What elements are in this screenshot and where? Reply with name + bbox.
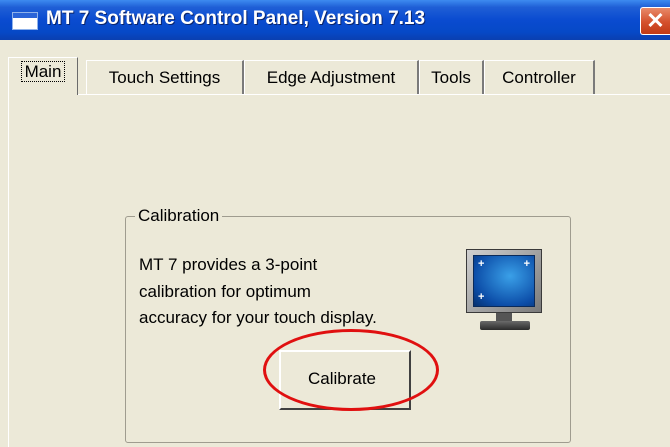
tab-edge-adjustment-label: Edge Adjustment — [266, 68, 396, 87]
tab-controller[interactable]: Controller — [484, 60, 595, 94]
tab-tools-label: Tools — [431, 68, 471, 87]
tab-panel-left-edge — [8, 94, 9, 447]
window-title: MT 7 Software Control Panel, Version 7.1… — [46, 8, 426, 29]
window-icon — [12, 12, 38, 30]
calibrate-button[interactable]: Calibrate — [279, 350, 411, 410]
control-panel-window: MT 7 Software Control Panel, Version 7.1… — [0, 0, 670, 447]
tab-panel-border — [8, 94, 670, 95]
close-button[interactable]: ✕ — [640, 7, 670, 35]
tab-touch-settings-label: Touch Settings — [108, 68, 221, 87]
calibration-description-line-1: MT 7 provides a 3-point — [139, 255, 318, 274]
calibration-description-line-3: accuracy for your touch display. — [139, 308, 377, 327]
tab-tools[interactable]: Tools — [419, 60, 484, 94]
tab-main-label: Main — [20, 61, 66, 82]
tab-main[interactable]: Main — [8, 57, 78, 95]
title-bar[interactable]: MT 7 Software Control Panel, Version 7.1… — [0, 0, 670, 40]
tab-controller-label: Controller — [502, 68, 576, 87]
calibration-description-line-2: calibration for optimum — [139, 282, 311, 301]
monitor-calibration-icon: + + + — [466, 249, 546, 339]
tab-edge-adjustment[interactable]: Edge Adjustment — [244, 60, 419, 94]
tab-touch-settings[interactable]: Touch Settings — [86, 60, 244, 94]
calibration-group-label: Calibration — [135, 206, 223, 226]
